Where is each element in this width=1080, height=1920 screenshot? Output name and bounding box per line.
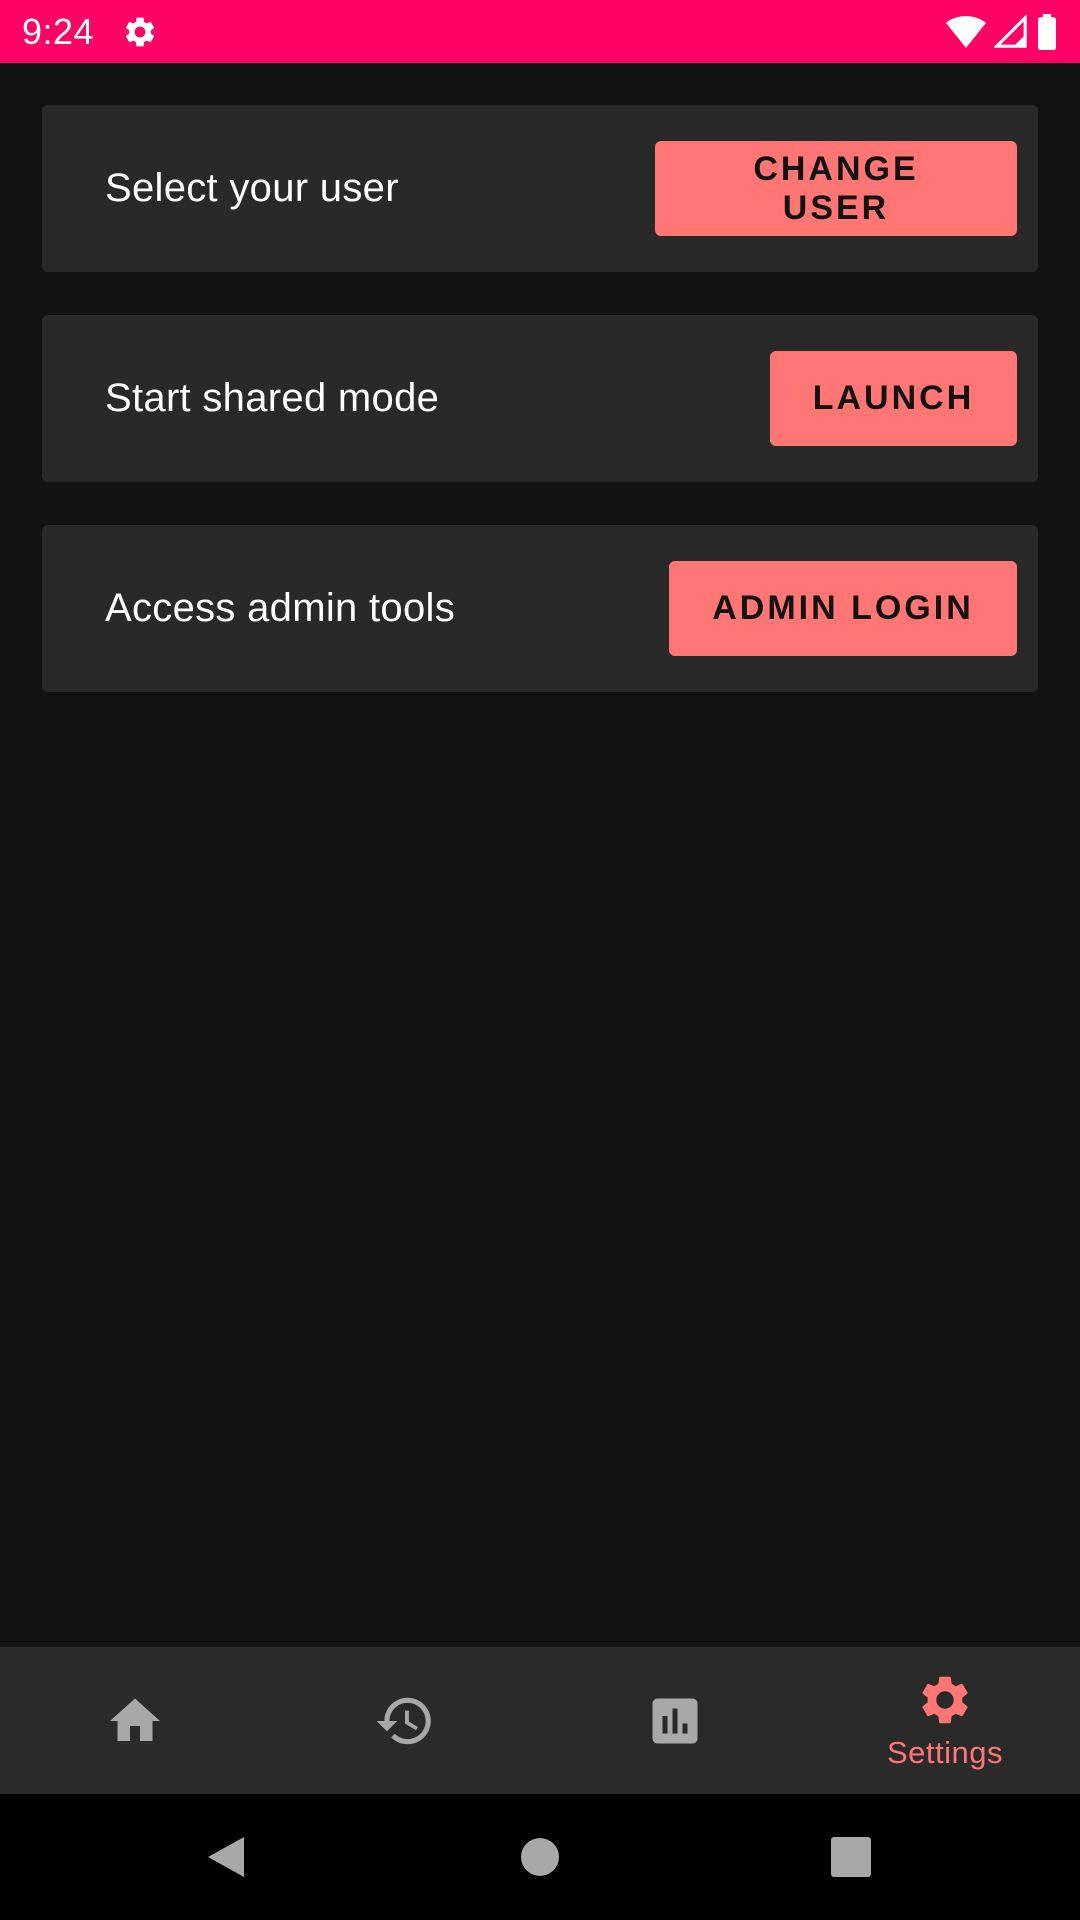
nav-item-home[interactable] [0, 1647, 270, 1794]
signal-icon [994, 14, 1028, 49]
change-user-button[interactable]: CHANGE USER [655, 141, 1017, 236]
battery-icon [1036, 13, 1058, 50]
card-shared-mode: Start shared mode LAUNCH [42, 315, 1038, 482]
history-icon [374, 1690, 436, 1752]
gear-icon [122, 14, 158, 50]
bar-chart-icon [645, 1691, 705, 1751]
recents-icon[interactable] [791, 1794, 911, 1920]
bottom-navigation: Settings [0, 1647, 1080, 1794]
status-icons [946, 13, 1058, 50]
settings-icon [916, 1671, 974, 1729]
home-circle-icon[interactable] [480, 1794, 600, 1920]
admin-login-button[interactable]: ADMIN LOGIN [669, 561, 1017, 656]
card-label: Start shared mode [105, 376, 440, 420]
home-icon [105, 1691, 165, 1751]
status-bar: 9:24 [0, 0, 1080, 63]
nav-label-settings: Settings [886, 1734, 1003, 1770]
settings-screen: 9:24 Select your user CHANGE USER Start … [0, 0, 1080, 1920]
back-icon[interactable] [166, 1794, 286, 1920]
settings-list: Select your user CHANGE USER Start share… [42, 105, 1038, 735]
card-select-user: Select your user CHANGE USER [42, 105, 1038, 272]
card-admin-tools: Access admin tools ADMIN LOGIN [42, 525, 1038, 692]
nav-item-settings[interactable]: Settings [810, 1647, 1080, 1794]
card-label: Select your user [105, 166, 399, 210]
card-label: Access admin tools [105, 586, 455, 630]
status-time: 9:24 [22, 10, 95, 52]
system-navigation-bar [0, 1794, 1080, 1920]
nav-item-history[interactable] [270, 1647, 540, 1794]
nav-item-stats[interactable] [540, 1647, 810, 1794]
wifi-icon [946, 15, 986, 49]
launch-button[interactable]: LAUNCH [770, 351, 1017, 446]
